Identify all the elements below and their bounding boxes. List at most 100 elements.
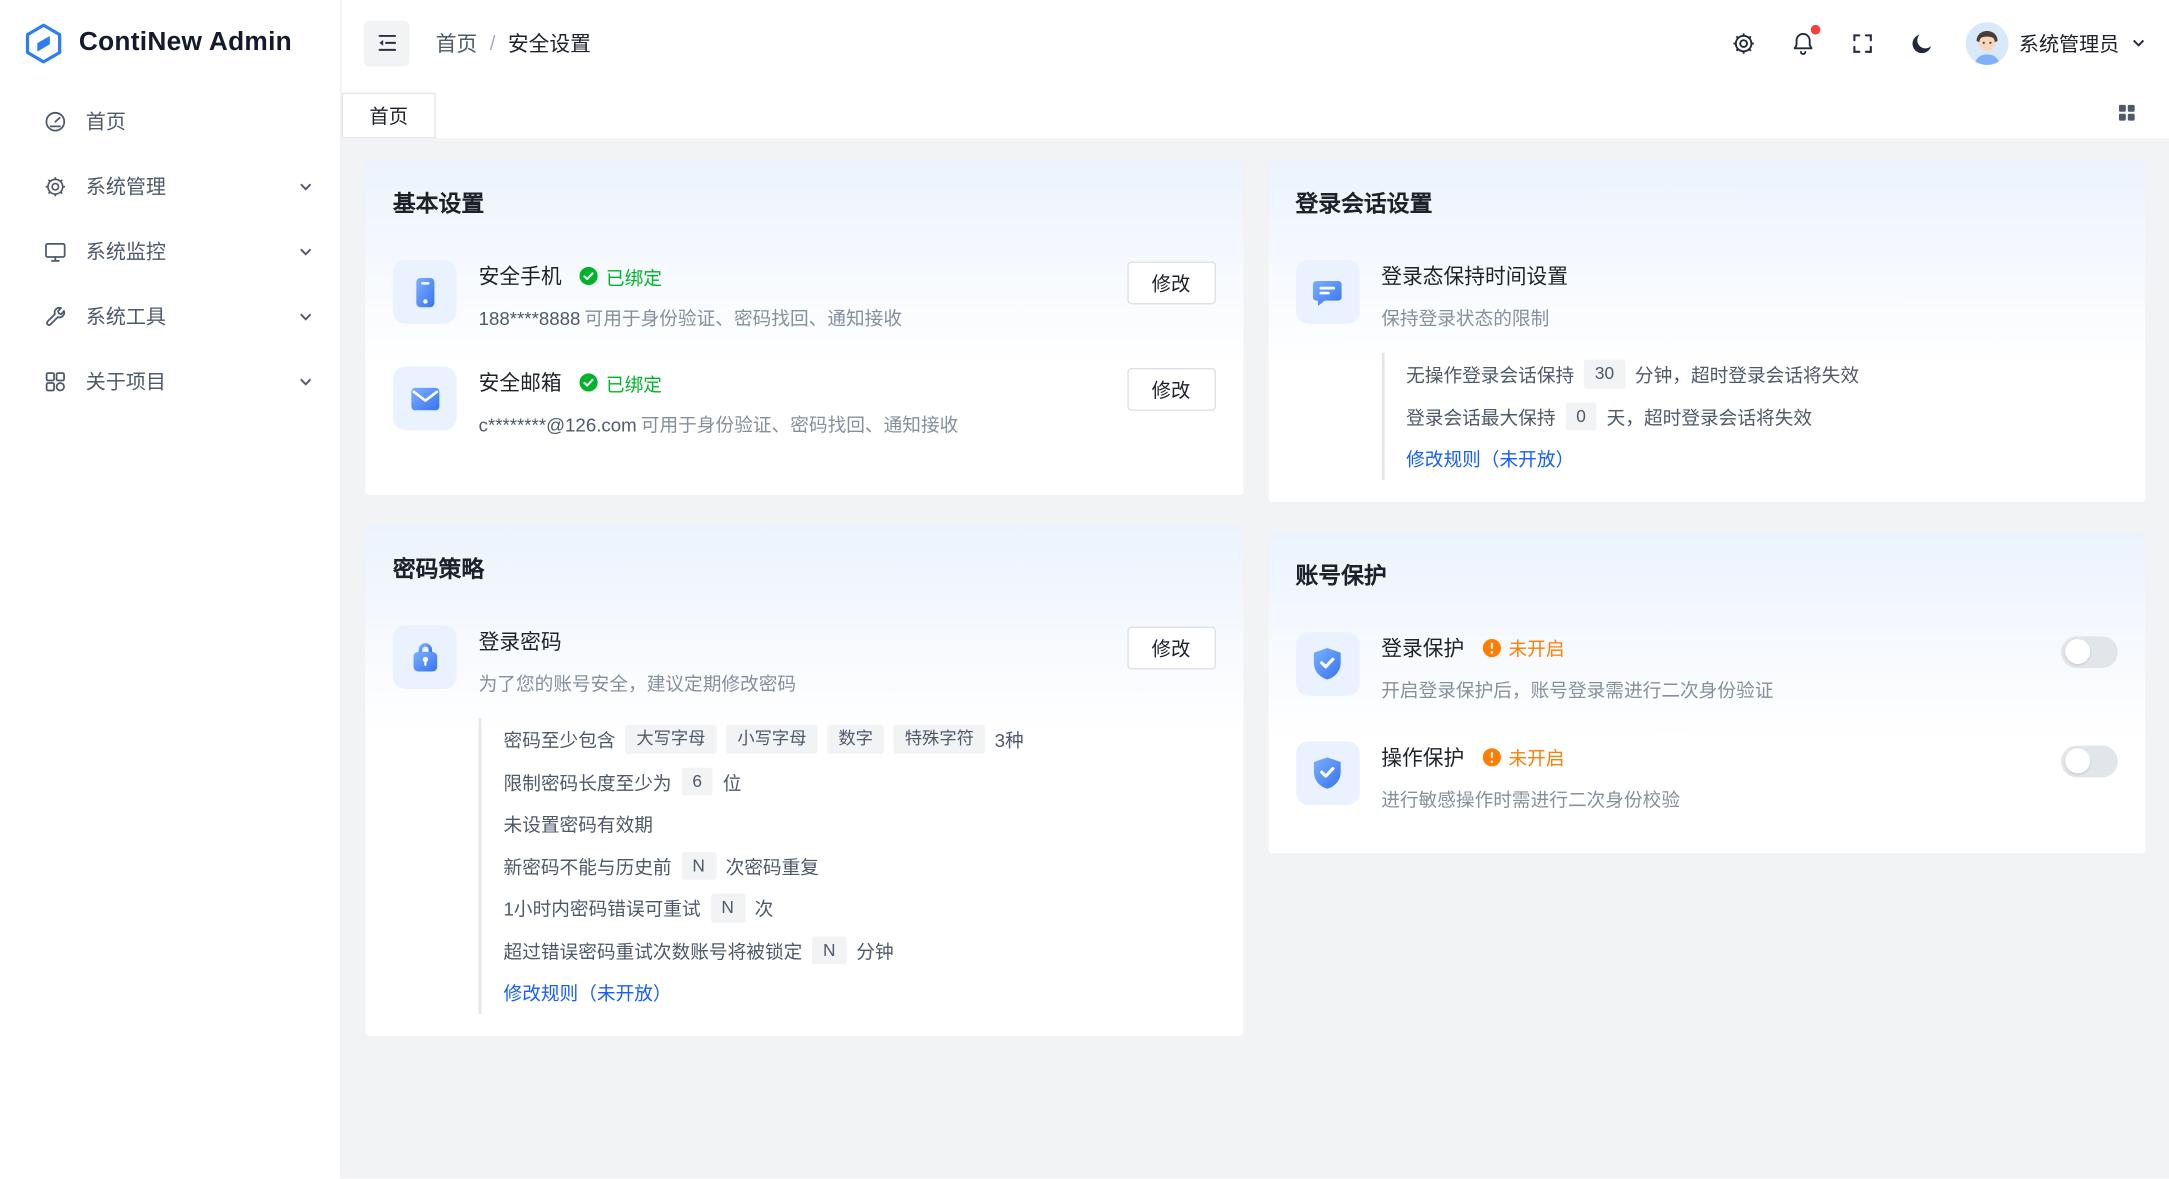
- breadcrumb-home[interactable]: 首页: [436, 28, 478, 57]
- avatar: [1965, 21, 2008, 64]
- wrench-icon: [43, 304, 68, 329]
- gear-icon: [1730, 30, 1756, 56]
- rule-text: 登录会话最大保持: [1406, 402, 1555, 430]
- sidebar-item-about-project[interactable]: 关于项目: [0, 349, 340, 414]
- app-logo[interactable]: ContiNew Admin: [0, 0, 340, 86]
- setting-row-session: 登录态保持时间设置 保持登录状态的限制: [1295, 260, 2117, 331]
- setting-row-email: 安全邮箱 已绑定 c********@126.com可用于身份验证、密码找回、通…: [393, 367, 1215, 438]
- header-actions: 系统管理员: [1720, 19, 2147, 66]
- password-rules-list: 密码至少包含 大写字母 小写字母 数字 特殊字符 3种 限制密码长度至少为 6 …: [479, 718, 1216, 1013]
- card-title: 账号保护: [1295, 557, 2117, 590]
- breadcrumb-current: 安全设置: [508, 28, 591, 57]
- moon-icon: [1909, 30, 1935, 56]
- modify-phone-button[interactable]: 修改: [1127, 261, 1216, 304]
- sidebar-item-system-monitor[interactable]: 系统监控: [0, 219, 340, 284]
- card-title: 基本设置: [393, 185, 1215, 218]
- shield-check-icon: [1295, 631, 1359, 695]
- fullscreen-icon: [1849, 30, 1875, 56]
- rule-text: 位: [723, 767, 742, 795]
- tab-actions-button[interactable]: [2105, 91, 2146, 132]
- sidebar-item-label: 关于项目: [86, 367, 166, 396]
- rule-text: 未设置密码有效期: [504, 810, 653, 838]
- tab-bar: 首页: [342, 86, 2169, 139]
- check-circle-icon: [578, 372, 599, 393]
- check-circle-icon: [578, 266, 599, 287]
- warning-circle-icon: [1481, 637, 1502, 658]
- sidebar-collapse-button[interactable]: [364, 20, 410, 66]
- rule-value: N: [710, 894, 745, 922]
- sidebar-item-label: 系统工具: [86, 302, 166, 331]
- grid-icon: [2114, 100, 2138, 124]
- notifications-button[interactable]: [1780, 19, 1827, 66]
- setting-row-login-protection: 登录保护 未开启 开启登录保护后，账号登录需进行二次身份验证: [1295, 631, 2117, 702]
- rule-text: 密码至少包含: [504, 725, 616, 753]
- settings-icon-button[interactable]: [1720, 19, 1767, 66]
- username: 系统管理员: [2019, 28, 2119, 57]
- warning-circle-icon: [1481, 746, 1502, 767]
- top-header: 首页 / 安全设置: [342, 0, 2169, 86]
- chevron-down-icon: [297, 178, 314, 195]
- rule-max-keep: 登录会话最大保持 0 天，超时登录会话将失效: [1406, 395, 2118, 437]
- modify-rules-link[interactable]: 修改规则（未开放）: [1406, 437, 1574, 479]
- setting-row-operation-protection: 操作保护 未开启 进行敏感操作时需进行二次身份校验: [1295, 741, 2117, 812]
- sidebar-item-home[interactable]: 首页: [0, 89, 340, 154]
- rule-text: 次密码重复: [726, 852, 819, 880]
- breadcrumb: 首页 / 安全设置: [436, 28, 591, 57]
- rule-text: 分钟，超时登录会话将失效: [1635, 360, 1859, 388]
- rule-text: 次: [755, 894, 774, 922]
- user-menu[interactable]: 系统管理员: [1965, 21, 2147, 64]
- app-window: ContiNew Admin 首页 系统管理: [0, 0, 2169, 1179]
- shield-check-icon: [1295, 741, 1359, 805]
- setting-name: 安全手机: [479, 261, 562, 290]
- setting-desc: c********@126.com可用于身份验证、密码找回、通知接收: [479, 409, 959, 437]
- theme-toggle-button[interactable]: [1899, 19, 1946, 66]
- rule-lock: 超过错误密码重试次数账号将被锁定 N 分钟: [504, 929, 1216, 971]
- sidebar-item-system-tools[interactable]: 系统工具: [0, 284, 340, 349]
- menu-fold-icon: [374, 30, 399, 55]
- rule-value: 6: [681, 767, 713, 795]
- rule-text: 1小时内密码错误可重试: [504, 894, 701, 922]
- rule-text: 新密码不能与历史前: [504, 852, 672, 880]
- setting-name: 操作保护: [1381, 742, 1464, 771]
- rule-value: N: [681, 851, 716, 879]
- modify-email-button[interactable]: 修改: [1127, 368, 1216, 411]
- sidebar-item-label: 系统管理: [86, 172, 166, 201]
- setting-desc: 开启登录保护后，账号登录需进行二次身份验证: [1381, 674, 1773, 702]
- chevron-down-icon: [297, 308, 314, 325]
- rule-tag: 数字: [827, 725, 884, 753]
- operation-protection-toggle[interactable]: [2061, 745, 2118, 777]
- setting-row-phone: 安全手机 已绑定 188****8888可用于身份验证、密码找回、通知接收 修改: [393, 260, 1215, 331]
- chevron-down-icon: [297, 373, 314, 390]
- card-basic-settings: 基本设置 安全手机 已绑定: [364, 159, 1244, 497]
- dashboard-icon: [43, 109, 68, 134]
- rule-text: 分钟: [856, 936, 893, 964]
- card-password-policy: 密码策略 登录密码 为了您的账号安全，建议定期修改密码: [364, 524, 1244, 1037]
- left-column: 基本设置 安全手机 已绑定: [364, 159, 1244, 1037]
- gear-icon: [43, 174, 68, 199]
- setting-desc: 188****8888可用于身份验证、密码找回、通知接收: [479, 303, 902, 331]
- card-title: 登录会话设置: [1295, 185, 2117, 218]
- tab-label: 首页: [369, 102, 408, 130]
- modify-password-button[interactable]: 修改: [1127, 627, 1216, 670]
- tab-home[interactable]: 首页: [342, 93, 436, 139]
- login-protection-toggle[interactable]: [2061, 636, 2118, 668]
- rule-value: 30: [1584, 360, 1625, 388]
- setting-desc: 保持登录状态的限制: [1381, 303, 1568, 331]
- rule-idle-timeout: 无操作登录会话保持 30 分钟，超时登录会话将失效: [1406, 353, 2118, 395]
- lock-bag-icon: [393, 625, 457, 689]
- setting-desc: 进行敏感操作时需进行二次身份校验: [1381, 784, 1680, 812]
- setting-name: 登录保护: [1381, 633, 1464, 662]
- rule-retry: 1小时内密码错误可重试 N 次: [504, 887, 1216, 929]
- setting-name: 登录密码: [479, 627, 562, 656]
- modify-rules-link[interactable]: 修改规则（未开放）: [504, 971, 672, 1013]
- status-badge: 已绑定: [578, 369, 662, 397]
- session-rules-list: 无操作登录会话保持 30 分钟，超时登录会话将失效 登录会话最大保持 0 天，超…: [1381, 353, 2118, 480]
- rule-tag: 特殊字符: [894, 725, 985, 753]
- rule-tag: 大写字母: [625, 725, 716, 753]
- fullscreen-button[interactable]: [1839, 19, 1886, 66]
- right-column: 登录会话设置 登录态保持时间设置 保持登录状态的限制: [1266, 159, 2146, 854]
- chevron-down-icon: [2130, 35, 2147, 52]
- rule-text: 3种: [995, 725, 1024, 753]
- sidebar-item-system-management[interactable]: 系统管理: [0, 154, 340, 219]
- apps-grid-icon: [43, 369, 68, 394]
